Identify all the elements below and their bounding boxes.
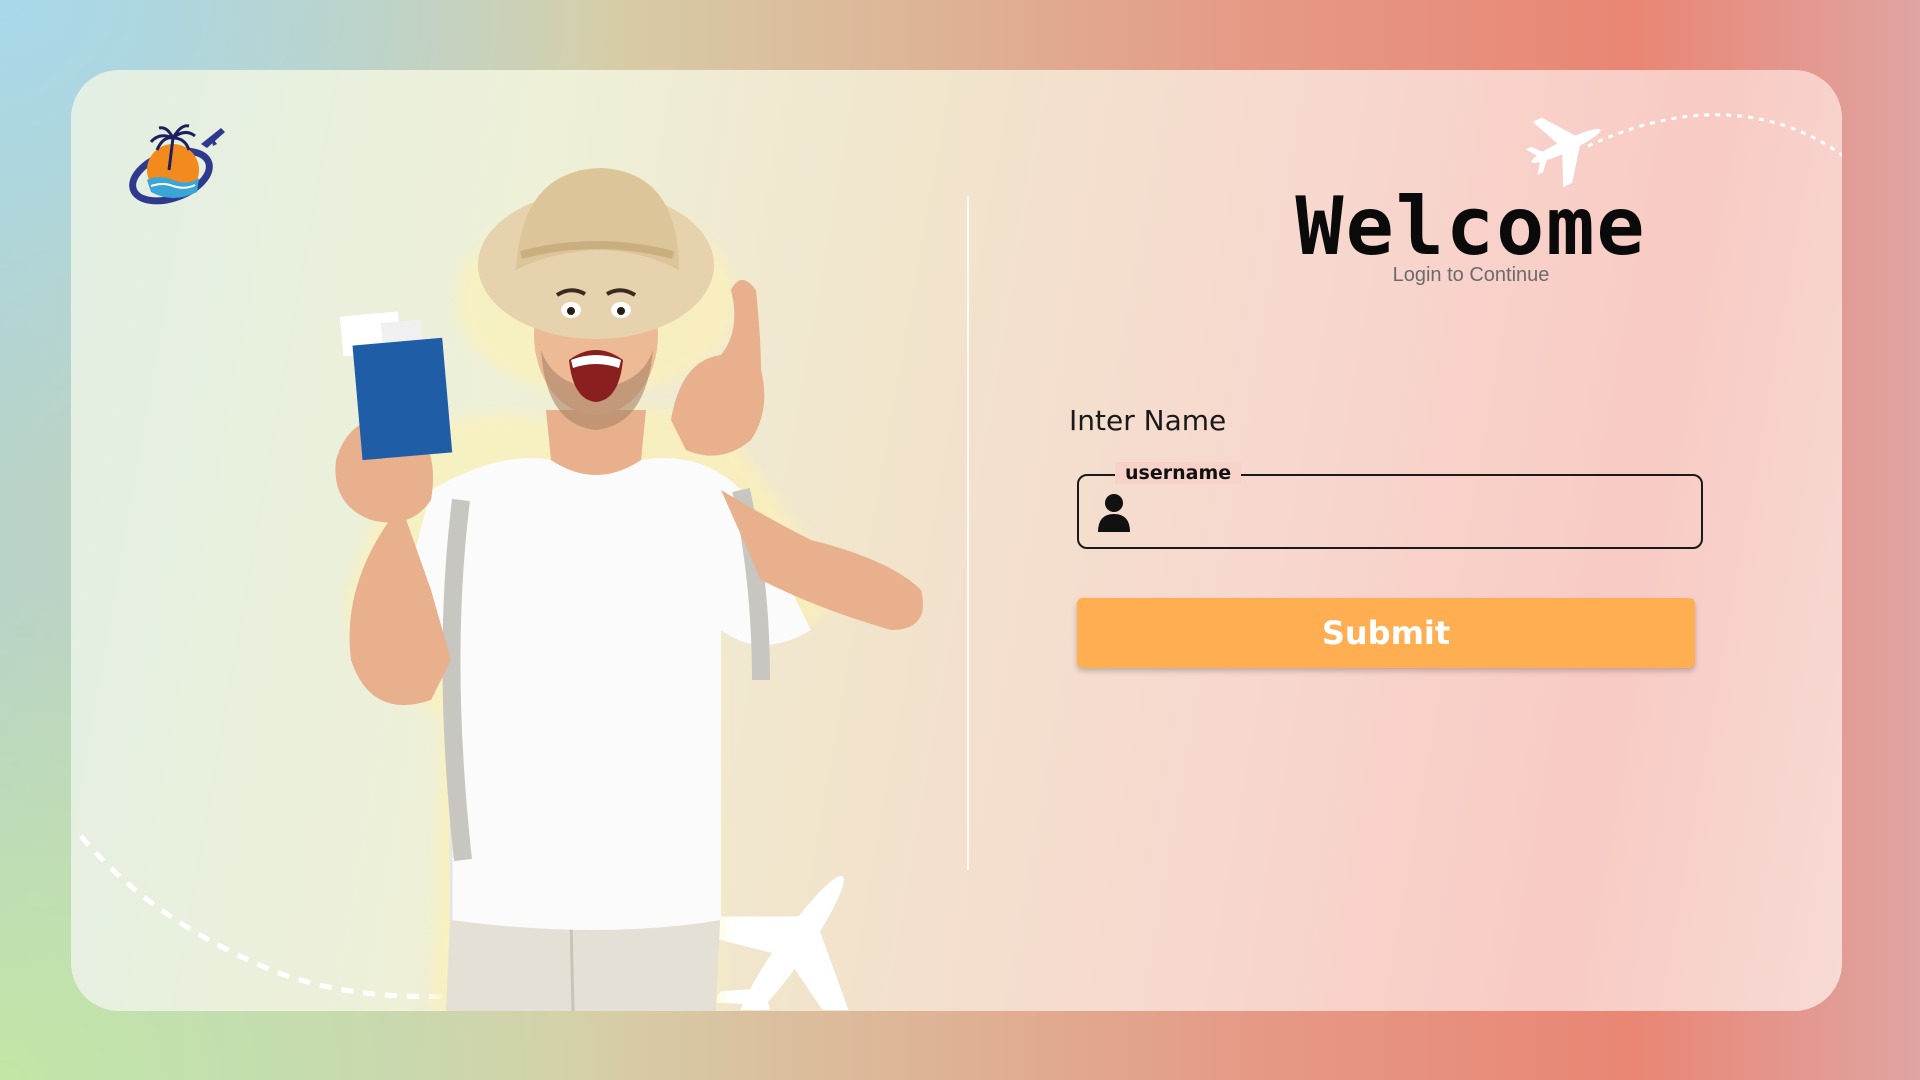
page-title: Welcome bbox=[1295, 180, 1647, 273]
traveler-photo bbox=[335, 168, 923, 1011]
name-field-label: Inter Name bbox=[1069, 404, 1227, 437]
login-card: Welcome Login to Continue Inter Name use… bbox=[71, 70, 1842, 1011]
submit-button[interactable]: Submit bbox=[1077, 598, 1695, 668]
vertical-divider bbox=[967, 196, 969, 870]
username-legend: username bbox=[1115, 462, 1242, 484]
user-icon bbox=[1098, 494, 1130, 532]
page-subtitle: Login to Continue bbox=[1392, 264, 1550, 286]
username-field[interactable]: username bbox=[1077, 462, 1703, 549]
username-input[interactable] bbox=[1145, 486, 1685, 538]
